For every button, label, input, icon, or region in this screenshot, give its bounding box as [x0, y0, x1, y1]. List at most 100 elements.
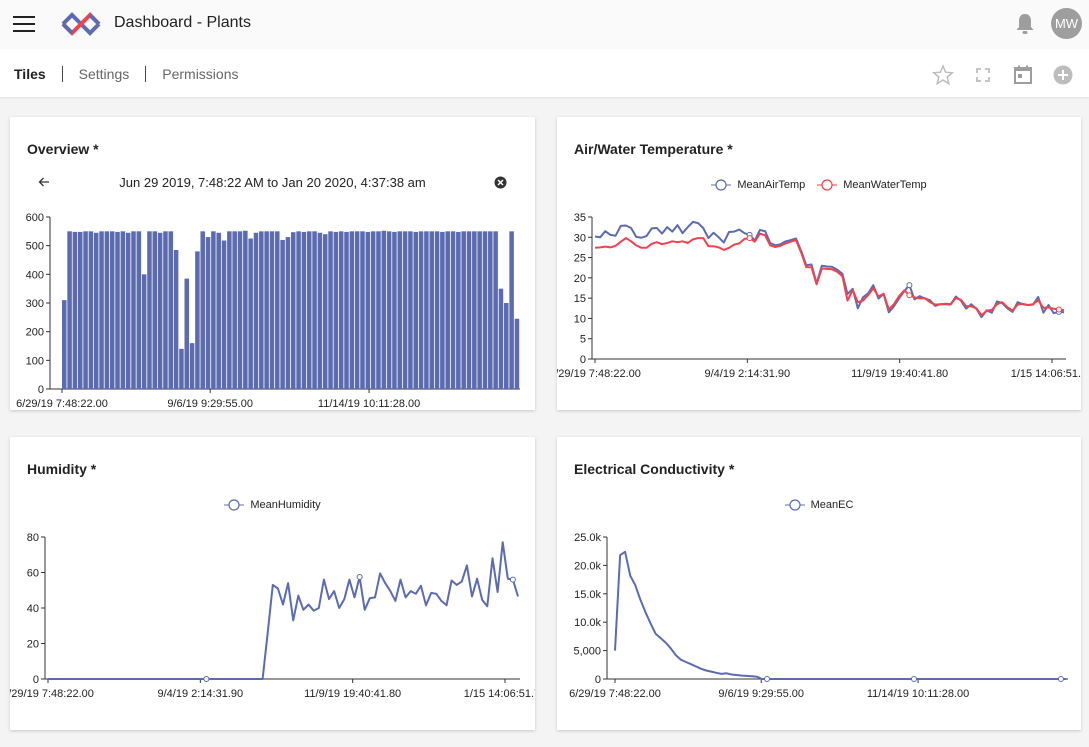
bar — [488, 231, 493, 389]
bar — [370, 231, 376, 389]
overview-card: Overview * Jun 29 2019, 7:48:22 AM to Ja… — [10, 117, 535, 410]
y-tick-label: 10.0k — [574, 617, 601, 629]
bar — [514, 318, 520, 389]
y-tick-label: 200 — [26, 327, 44, 339]
bar — [189, 343, 195, 389]
bar — [232, 231, 237, 389]
legend-item-mean-ec[interactable]: MeanEC — [784, 499, 854, 511]
bar — [317, 232, 323, 389]
bar — [264, 231, 269, 389]
close-circle-icon[interactable] — [494, 176, 507, 189]
x-tick-label: 1/15 14:06:51.70 — [464, 688, 535, 700]
card-title: Air/Water Temperature * — [574, 141, 733, 157]
data-point — [906, 292, 913, 299]
bar — [62, 300, 67, 389]
bar — [429, 231, 434, 389]
humidity-card: Humidity * MeanHumidity 0 20 40 60 80 6/29/19… — [10, 437, 535, 730]
bar — [402, 231, 408, 389]
legend-item-mean-humidity[interactable]: MeanHumidity — [224, 499, 321, 511]
bar — [99, 231, 104, 389]
add-circle-icon[interactable] — [1052, 64, 1074, 86]
legend-item-mean-water-temp[interactable]: MeanWaterTemp — [817, 179, 927, 191]
bell-icon[interactable] — [1014, 12, 1036, 36]
bar — [109, 231, 115, 389]
bar — [472, 231, 477, 389]
bar — [141, 274, 147, 389]
date-range-text: Jun 29 2019, 7:48:22 AM to Jan 20 2020, … — [119, 175, 426, 190]
bar — [424, 231, 429, 389]
bar — [504, 303, 509, 389]
bar — [163, 231, 168, 389]
bar — [493, 231, 498, 389]
data-point — [203, 676, 210, 682]
bar — [152, 231, 158, 389]
fullscreen-icon[interactable] — [972, 64, 994, 86]
x-tick-label: 11/14/19 10:11:28.00 — [867, 688, 969, 700]
bar — [125, 232, 131, 389]
x-tick-label: 6/29/19 7:48:22.00 — [10, 688, 94, 700]
legend-marker-icon — [711, 179, 732, 191]
y-tick-label: 25 — [574, 253, 586, 265]
calendar-icon[interactable] — [1012, 64, 1034, 86]
bar — [173, 249, 179, 389]
bar — [306, 231, 312, 389]
bar — [253, 232, 259, 389]
bar — [413, 231, 419, 389]
y-tick-label: 10 — [574, 313, 586, 325]
avatar[interactable]: MW — [1051, 8, 1082, 39]
bar — [157, 232, 163, 389]
bar — [312, 231, 317, 389]
x-tick-label: 6/29/19 7:48:22.00 — [557, 368, 641, 380]
x-tick-label: 6/29/19 7:48:22.00 — [569, 688, 661, 700]
bar — [338, 231, 344, 389]
y-tick-label: 600 — [26, 212, 44, 224]
tab-settings[interactable]: Settings — [79, 66, 130, 82]
legend-label: MeanHumidity — [250, 499, 321, 511]
y-tick-label: 300 — [26, 298, 44, 310]
tab-bar: Tiles Settings Permissions — [0, 49, 1089, 97]
series-line-MeanEC — [614, 550, 1066, 680]
y-tick-label: 100 — [26, 355, 44, 367]
y-tick-label: 25.0k — [574, 532, 601, 544]
legend-label: MeanEC — [810, 499, 854, 511]
bar — [147, 231, 152, 389]
logo-icon — [61, 12, 101, 36]
chart-legend: MeanAirTemp MeanWaterTemp — [557, 179, 1081, 191]
y-tick-label: 20 — [27, 639, 39, 651]
x-tick-label: 9/4/19 2:14:31.90 — [158, 688, 244, 700]
bar — [440, 231, 445, 389]
bar — [221, 240, 227, 389]
ec-card: Electrical Conductivity * MeanEC 0 5,000 1… — [557, 437, 1081, 730]
bar — [482, 231, 488, 389]
menu-icon[interactable] — [13, 15, 35, 32]
bar — [131, 231, 136, 389]
y-tick-label: 20.0k — [574, 560, 601, 572]
star-icon[interactable] — [932, 64, 954, 86]
bar — [328, 231, 333, 389]
bar — [418, 231, 424, 389]
data-point — [1055, 306, 1062, 313]
data-point — [1057, 676, 1064, 682]
y-tick-label: 0 — [595, 674, 601, 686]
bar — [498, 288, 504, 389]
bar — [168, 231, 174, 389]
bar — [333, 231, 339, 389]
bar — [93, 232, 99, 389]
bar — [136, 231, 142, 389]
tab-permissions[interactable]: Permissions — [162, 66, 238, 82]
legend-item-mean-air-temp[interactable]: MeanAirTemp — [711, 179, 805, 191]
bar — [237, 231, 243, 389]
bar — [344, 231, 349, 389]
bar — [392, 231, 397, 389]
card-title: Overview * — [27, 141, 99, 157]
data-point — [356, 573, 363, 580]
bar — [386, 231, 392, 389]
temperature-line-chart: 0 5 10 15 20 25 30 35 6/29/19 7:48:22.00 9/4/19 2… — [557, 212, 1081, 380]
y-tick-label: 40 — [27, 603, 39, 615]
tab-tiles[interactable]: Tiles — [14, 66, 46, 82]
bar — [296, 231, 301, 389]
series-line-MeanHumidity — [48, 541, 519, 680]
x-tick-label: 11/14/19 10:11:28.00 — [318, 398, 420, 410]
bar — [360, 231, 365, 389]
bar — [115, 231, 120, 389]
